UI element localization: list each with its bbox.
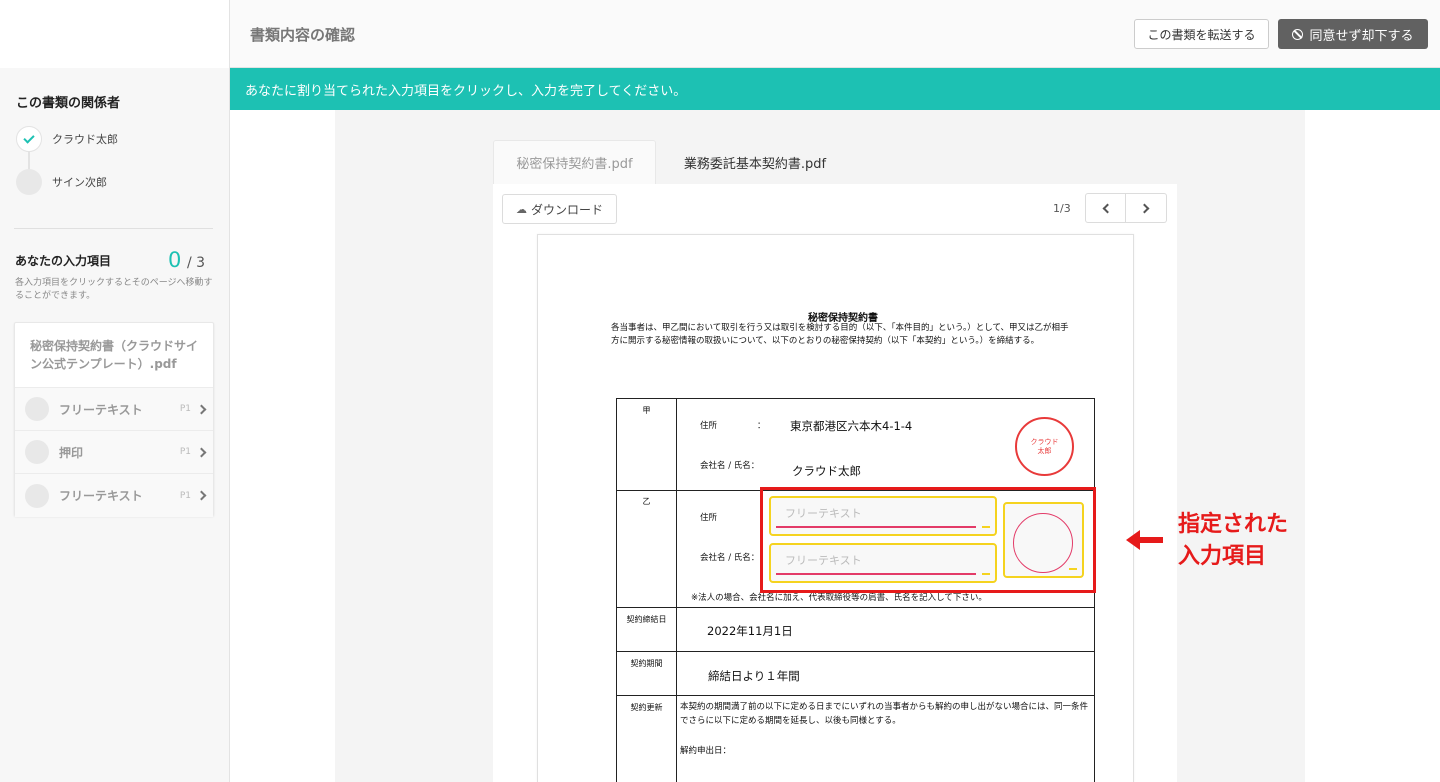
page-title: 書類内容の確認 [250, 26, 356, 44]
prev-page-button[interactable] [1085, 193, 1126, 223]
item-page: P1 [179, 447, 191, 457]
party-b-address-label: 住所 [700, 513, 718, 523]
field-resize-handle [982, 526, 990, 528]
party-a-address-label: 住所 [700, 421, 718, 431]
next-page-button[interactable] [1126, 193, 1167, 223]
inputs-hint: 各入力項目をクリックするとそのページへ移動することができます。 [15, 278, 213, 301]
field-placeholder: フリーテキスト [785, 507, 862, 520]
decline-label: 同意せず却下する [1309, 28, 1414, 44]
sidebar: この書類の関係者 クラウド太郎 サイン次郎 あなたの入力項目 0 / 3 各入力… [0, 68, 230, 782]
table-row-line [617, 607, 1094, 608]
item-label: 押印 [59, 445, 84, 460]
field-underline [776, 573, 976, 575]
item-page: P1 [179, 490, 191, 501]
party-b-company-label: 会社名 / 氏名： [700, 553, 760, 563]
decline-button[interactable]: 同意せず却下する [1278, 19, 1428, 49]
stamp-placeholder-circle [1013, 513, 1073, 573]
party-b-label: 乙 [642, 497, 651, 506]
logo-area [0, 0, 230, 68]
renewal-label: 契約更新 [630, 703, 663, 712]
instruction-banner: あなたに割り当てられた入力項目をクリックし、入力を完了してください。 [230, 68, 1440, 110]
party-a-company-label: 会社名 / 氏名： [700, 461, 760, 471]
chevron-right-icon [196, 447, 207, 457]
table-row-line [617, 490, 1094, 491]
party-a-label: 甲 [642, 406, 651, 415]
inputs-done-count: 0 [168, 248, 182, 272]
party-item: クラウド太郎 [16, 126, 216, 152]
party-status-pending [16, 169, 42, 195]
item-status-dot [25, 483, 49, 508]
input-item[interactable]: フリーテキスト P1 [15, 388, 213, 431]
contract-period: 締結日より１年間 [708, 669, 800, 683]
party-a-stamp: クラウド 太郎 [1015, 417, 1074, 476]
field-placeholder: フリーテキスト [785, 554, 862, 567]
tab-service-contract-pdf[interactable]: 業務委託基本契約書.pdf [658, 140, 852, 184]
stamp-text: クラウド 太郎 [1030, 437, 1059, 455]
field-underline [776, 526, 976, 528]
renewal-date-label: 解約申出日： [680, 746, 732, 756]
corporate-note: ※法人の場合、会社名に加え、代表取締役等の肩書、氏名を記入して下さい。 [691, 593, 987, 603]
party-b-stamp-field[interactable] [1003, 502, 1084, 578]
page-indicator: 1/3 [1053, 202, 1071, 215]
party-b-address-field[interactable]: フリーテキスト [769, 496, 997, 536]
callout-line-2: 入力項目 [1178, 544, 1267, 569]
field-resize-handle [1069, 568, 1077, 570]
party-a-address-colon: ： [757, 421, 766, 431]
chevron-left-icon [1102, 203, 1112, 213]
forward-button[interactable]: この書類を転送する [1134, 19, 1269, 49]
parties-title: この書類の関係者 [16, 96, 121, 111]
contract-date: 2022年11月1日 [707, 624, 793, 638]
ban-icon [1292, 28, 1304, 40]
party-a-name: クラウド太郎 [792, 464, 861, 478]
download-button[interactable]: ☁ ダウンロード [502, 194, 617, 224]
party-status-done [16, 126, 42, 152]
field-resize-handle [982, 573, 990, 575]
party-name: サイン次郎 [52, 176, 107, 189]
input-item-list: フリーテキスト P1 押印 P1 フリーテキスト P1 [15, 387, 213, 517]
arrow-left-icon [1126, 530, 1140, 550]
inputs-title: あなたの入力項目 [15, 254, 112, 268]
item-status-dot [25, 440, 49, 464]
table-column-line [676, 399, 677, 782]
callout-line-1: 指定された [1178, 512, 1289, 537]
inputs-total-count: / 3 [187, 255, 206, 271]
table-row-line [617, 651, 1094, 652]
header: 書類内容の確認 この書類を転送する 同意せず却下する [0, 0, 1440, 68]
document-intro: 各当事者は、甲乙間において取引を行う又は取引を検討する目的（以下、「本件目的」と… [611, 323, 1069, 346]
renewal-text: 本契約の期間満了前の以下に定める日までにいずれの当事者からも解約の申し出がない場… [680, 702, 1089, 726]
check-icon [23, 131, 35, 144]
chevron-right-icon [196, 490, 207, 501]
chevron-right-icon [1139, 203, 1150, 213]
arrow-shaft [1138, 537, 1163, 543]
contract-period-label: 契約期間 [630, 659, 663, 668]
table-row-line [617, 695, 1094, 696]
callout-text: 指定された 入力項目 [1178, 509, 1288, 573]
file-card: 秘密保持契約書（クラウドサイン公式テンプレート）.pdf フリーテキスト P1 … [14, 322, 214, 517]
tab-nda-pdf[interactable]: 秘密保持契約書.pdf [493, 140, 656, 184]
party-b-name-field[interactable]: フリーテキスト [769, 543, 997, 583]
download-label: ダウンロード [530, 202, 603, 217]
item-label: フリーテキスト [59, 489, 143, 503]
party-a-address: 東京都港区六本木4-1-4 [790, 419, 913, 433]
party-name: クラウド太郎 [52, 133, 118, 146]
contract-date-label: 契約締結日 [626, 615, 667, 624]
input-item[interactable]: 押印 P1 [15, 431, 213, 474]
cloud-download-icon: ☁ [515, 202, 527, 216]
file-name: 秘密保持契約書（クラウドサイン公式テンプレート）.pdf [30, 339, 199, 371]
chevron-right-icon [196, 404, 207, 414]
input-item[interactable]: フリーテキスト P1 [15, 474, 213, 517]
item-status-dot [25, 397, 49, 421]
item-label: フリーテキスト [59, 402, 143, 417]
sidebar-divider [14, 228, 213, 229]
item-page: P1 [179, 404, 191, 414]
party-item: サイン次郎 [16, 169, 216, 195]
